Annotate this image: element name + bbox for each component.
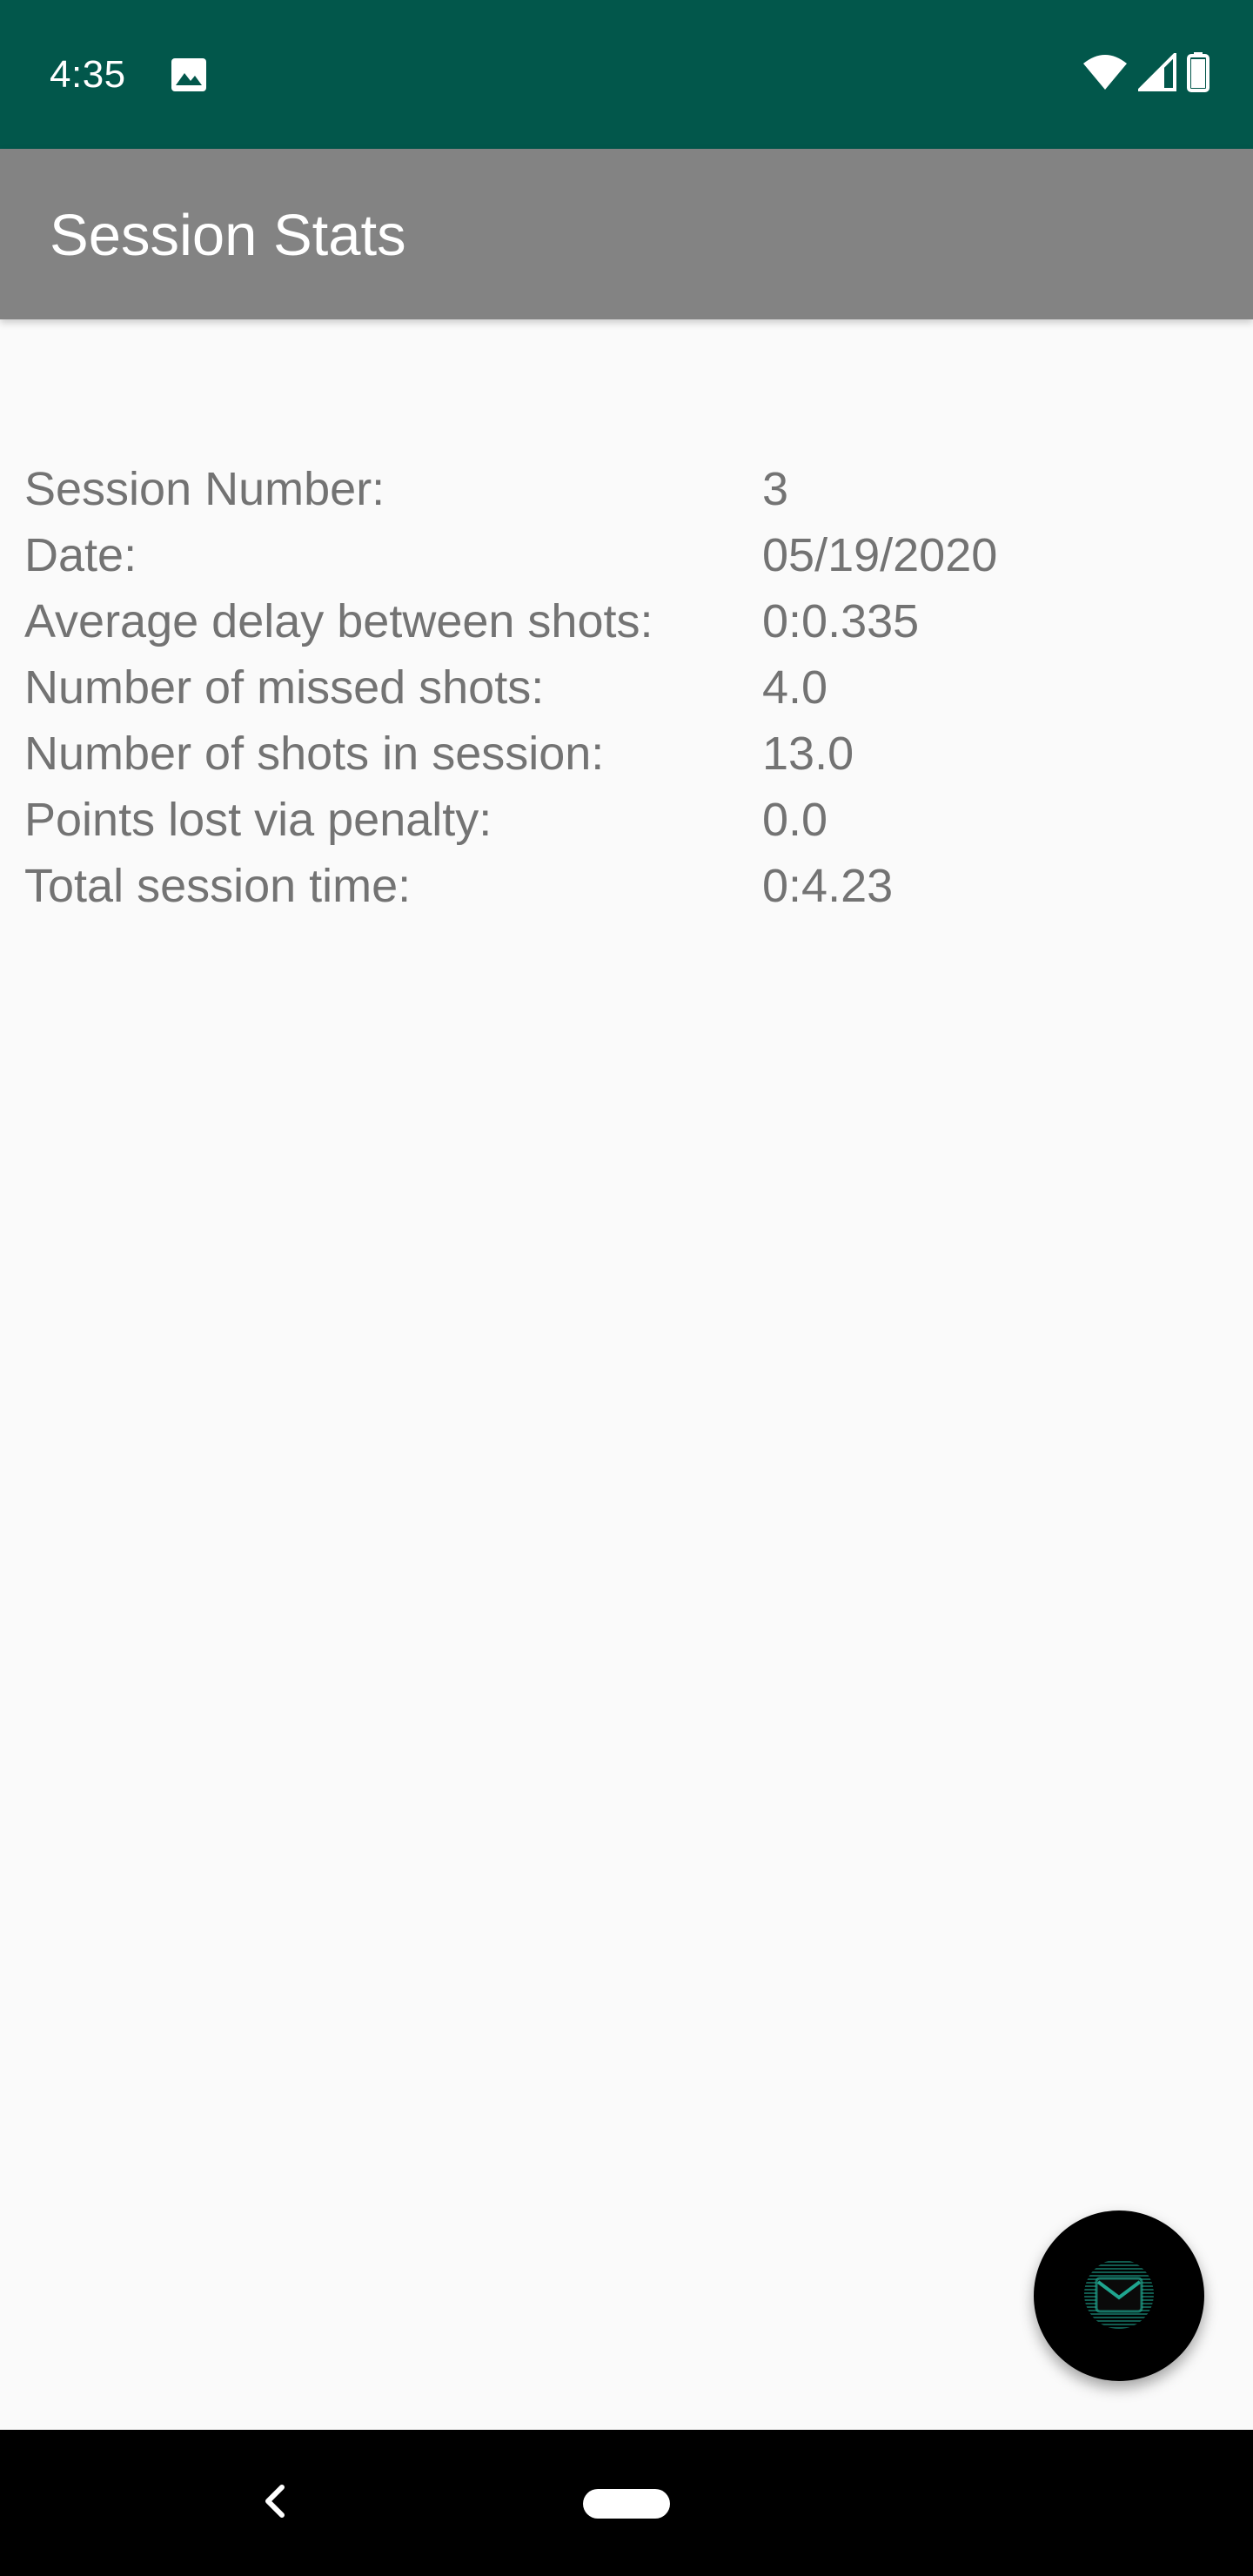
stat-row-session-number: Session Number: 3 [24, 456, 1225, 522]
status-bar: 4:35 [0, 0, 1253, 149]
wifi-icon [1082, 53, 1128, 96]
stats-list: Session Number: 3 Date: 05/19/2020 Avera… [24, 456, 1225, 919]
stat-row-missed-shots: Number of missed shots: 4.0 [24, 654, 1225, 721]
stat-value: 4.0 [762, 661, 828, 714]
stat-label: Session Number: [24, 463, 385, 515]
stat-value: 0.0 [762, 794, 828, 846]
status-time: 4:35 [50, 53, 126, 96]
stat-value: 05/19/2020 [762, 529, 998, 581]
email-fab-button[interactable] [1034, 2210, 1204, 2381]
stat-value: 3 [762, 463, 789, 515]
home-pill-button[interactable] [583, 2489, 670, 2519]
stat-value: 0:4.23 [762, 860, 894, 912]
stat-label: Average delay between shots: [24, 595, 653, 647]
stat-row-date: Date: 05/19/2020 [24, 522, 1225, 588]
signal-icon [1136, 50, 1176, 96]
stat-label: Number of missed shots: [24, 661, 545, 714]
email-icon [1082, 2257, 1156, 2335]
stat-row-points-lost: Points lost via penalty: 0.0 [24, 787, 1225, 853]
stat-label: Number of shots in session: [24, 728, 605, 780]
status-icons [1082, 50, 1209, 97]
stat-label: Date: [24, 529, 137, 581]
navigation-bar [0, 2430, 1253, 2576]
session-stats-screen: 4:35 Session Stats Session Number: 3 Dat… [0, 0, 1253, 2576]
stat-row-average-delay: Average delay between shots: 0:0.335 [24, 588, 1225, 654]
battery-icon [1187, 51, 1209, 97]
stat-label: Total session time: [24, 860, 412, 912]
app-bar: Session Stats [0, 149, 1253, 319]
back-icon[interactable] [252, 2475, 296, 2527]
image-icon [171, 57, 207, 92]
stat-value: 0:0.335 [762, 595, 920, 647]
stat-value: 13.0 [762, 728, 854, 780]
page-title: Session Stats [50, 203, 406, 268]
stat-row-total-time: Total session time: 0:4.23 [24, 853, 1225, 919]
stat-row-shots-in-session: Number of shots in session: 13.0 [24, 721, 1225, 787]
stat-label: Points lost via penalty: [24, 794, 492, 846]
